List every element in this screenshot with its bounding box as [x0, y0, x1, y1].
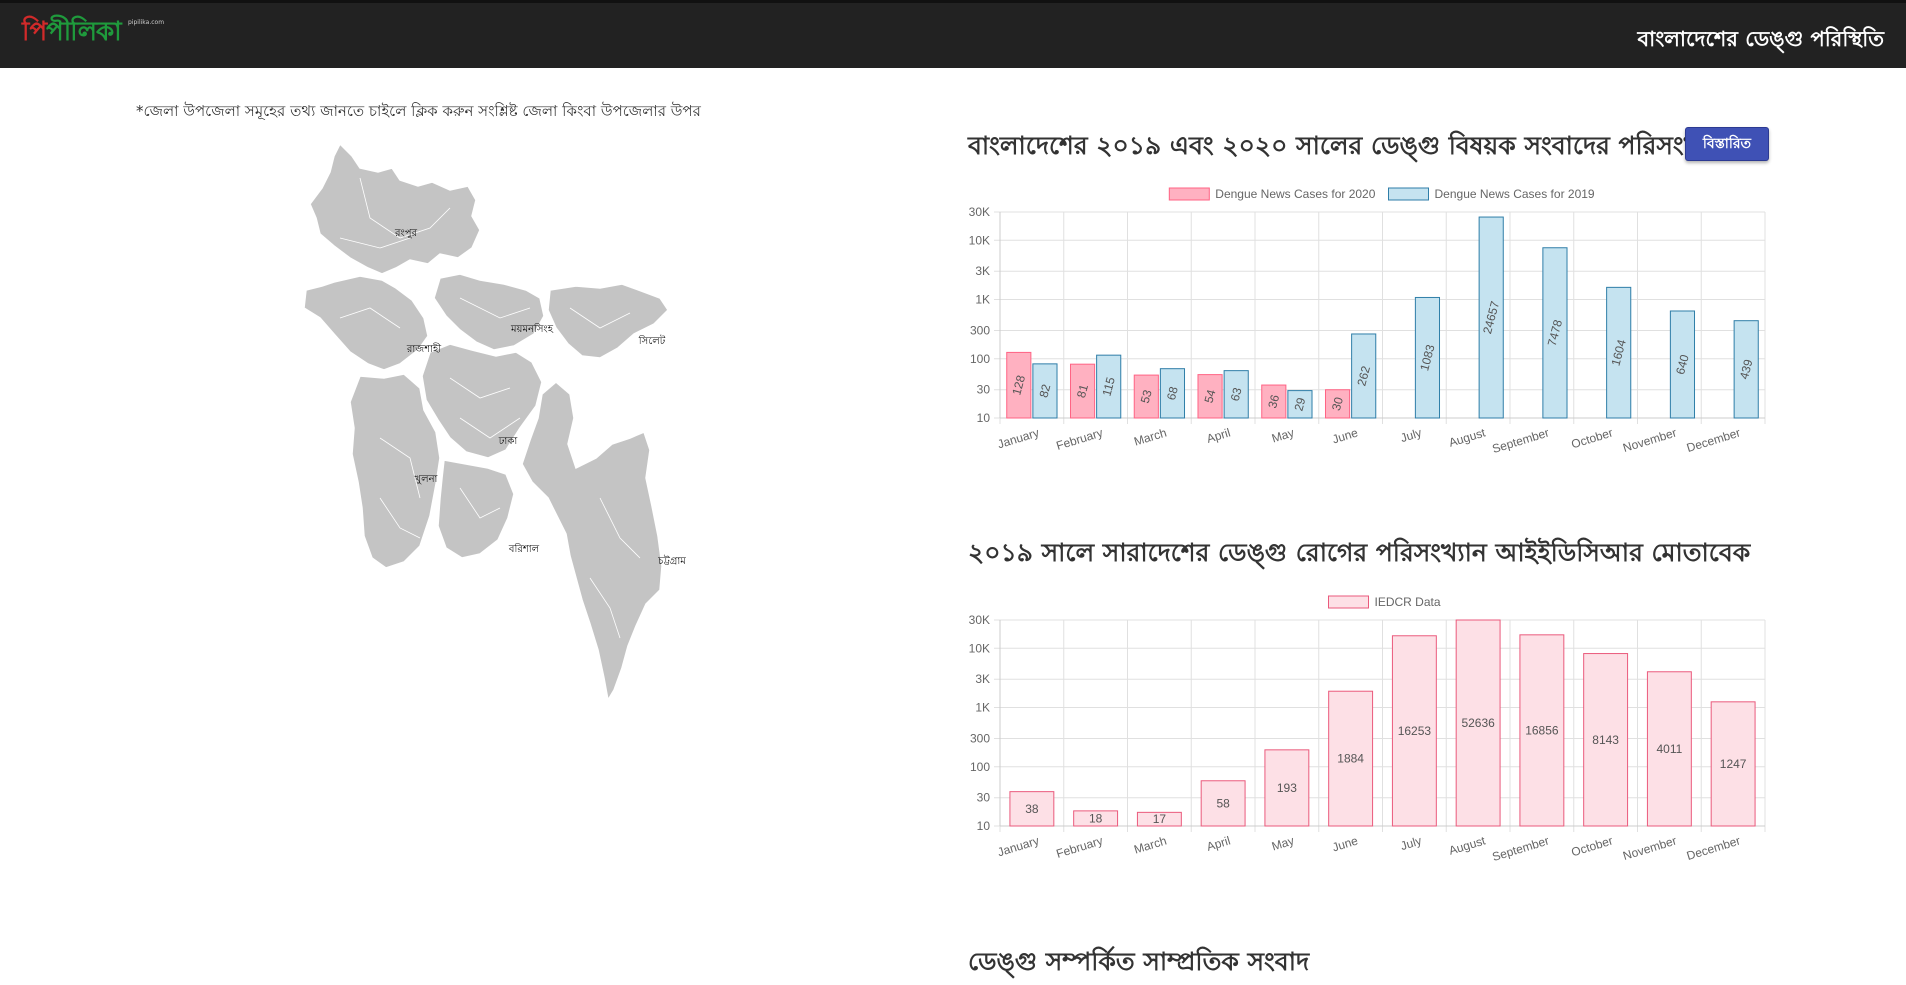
x-tick-label: June	[1331, 833, 1360, 854]
x-tick-label: September	[1491, 833, 1551, 863]
y-tick-label: 3K	[975, 264, 990, 278]
legend-label: Dengue News Cases for 2020	[1215, 187, 1375, 201]
iedcr-chart-title: ২০১৯ সালে সারাদেশের ডেঙ্গু রোগের পরিসংখ্…	[968, 538, 1751, 567]
y-tick-label: 3K	[975, 672, 990, 686]
x-tick-label: September	[1491, 425, 1551, 455]
label-rajshahi: রাজশাহী	[406, 342, 441, 355]
chart-legend[interactable]: Dengue News Cases for 2020 Dengue News Ca…	[1168, 187, 1595, 201]
x-tick-label: October	[1570, 425, 1615, 451]
label-barisal: বরিশাল	[508, 543, 540, 555]
data-label: 18	[1089, 811, 1103, 825]
label-dhaka: ঢাকা	[498, 436, 519, 447]
division-chattogram-shape[interactable]	[521, 381, 663, 703]
y-tick-label: 10K	[969, 233, 990, 247]
label-mymensingh: ময়মনসিংহ	[510, 323, 554, 335]
x-tick-label: August	[1447, 425, 1487, 450]
y-tick-label: 1K	[975, 701, 990, 715]
y-tick-label: 10K	[969, 641, 990, 655]
x-tick-label: December	[1685, 425, 1742, 455]
division-rajshahi-shape[interactable]	[303, 275, 429, 371]
y-tick-label: 100	[970, 352, 990, 366]
chart-legend[interactable]: IEDCR Data	[1328, 595, 1441, 609]
y-tick-label: 300	[970, 731, 990, 745]
y-tick-label: 10	[977, 411, 991, 425]
logo-wordmark: পিপীলিকা	[22, 11, 122, 55]
x-tick-label: March	[1132, 425, 1168, 448]
y-tick-label: 300	[970, 323, 990, 337]
logo-text-red: পি	[22, 17, 47, 47]
y-tick-label: 30	[977, 383, 991, 397]
x-tick-label: February	[1054, 425, 1104, 452]
logo-text-green: পীলিকা	[46, 17, 122, 47]
y-tick-label: 1K	[975, 293, 990, 307]
legend-label: IEDCR Data	[1375, 595, 1441, 609]
data-label: 52636	[1461, 716, 1495, 730]
division-dhaka-shape[interactable]	[421, 343, 543, 459]
map-note: *জেলা উপজেলা সমূহের তথ্য জানতে চাইলে ক্ল…	[136, 102, 701, 120]
label-chattogram: চট্টগ্রাম	[657, 555, 686, 567]
x-tick-label: December	[1685, 833, 1742, 863]
x-tick-label: January	[996, 833, 1041, 859]
details-button[interactable]: বিস্তারিত	[1685, 127, 1769, 161]
x-tick-label: May	[1270, 425, 1296, 445]
data-label: 193	[1277, 781, 1297, 795]
x-tick-label: July	[1399, 833, 1424, 853]
x-tick-label: April	[1205, 425, 1232, 445]
y-tick-label: 30K	[969, 205, 990, 219]
data-label: 16856	[1525, 723, 1559, 737]
y-tick-label: 100	[970, 760, 990, 774]
x-tick-label: May	[1270, 833, 1296, 853]
division-mymensingh-shape[interactable]	[433, 273, 545, 351]
x-tick-label: January	[996, 425, 1041, 451]
site-title: বাংলাদেশের ডেঙ্গু পরিস্থিতি	[1637, 27, 1884, 51]
news-chart-title: বাংলাদেশের ২০১৯ এবং ২০২০ সালের ডেঙ্গু বি…	[968, 131, 1730, 160]
logo-url: pipilika.com	[128, 19, 165, 26]
x-tick-label: November	[1621, 833, 1678, 863]
news-cases-chart: Dengue News Cases for 2020 Dengue News Ca…	[969, 187, 1766, 455]
x-tick-label: August	[1447, 833, 1487, 858]
label-khulna: খুলনা	[415, 474, 439, 485]
legend-swatch	[1388, 187, 1429, 201]
division-barisal-shape[interactable]	[437, 459, 515, 559]
x-tick-label: March	[1132, 833, 1168, 856]
label-rangpur: রংপুর	[394, 228, 418, 239]
site-logo[interactable]: পিপীলিকা pipilika.com	[22, 9, 164, 57]
x-tick-label: April	[1205, 833, 1232, 853]
legend-swatch	[1328, 595, 1369, 609]
data-label: 8143	[1592, 733, 1619, 747]
x-tick-label: July	[1399, 425, 1424, 445]
division-khulna-shape[interactable]	[349, 373, 441, 569]
legend-swatch	[1168, 187, 1210, 201]
y-tick-label: 10	[977, 819, 991, 833]
x-tick-label: June	[1331, 425, 1360, 446]
division-rangpur-shape[interactable]	[309, 142, 481, 275]
x-tick-label: October	[1570, 833, 1615, 859]
top-navbar: পিপীলিকা pipilika.com বাংলাদেশের ডেঙ্গু …	[0, 0, 1906, 68]
data-label: 38	[1025, 802, 1039, 816]
data-label: 58	[1216, 796, 1230, 810]
bangladesh-map[interactable]: রংপুর রাজশাহী ময়মনসিংহ সিলেট ঢাকা খুলনা…	[300, 138, 740, 738]
data-label: 17	[1153, 812, 1167, 826]
x-tick-label: February	[1054, 833, 1104, 860]
recent-news-title: ডেঙ্গু সম্পর্কিত সাম্প্রতিক সংবাদ	[968, 947, 1310, 976]
label-sylhet: সিলেট	[638, 334, 666, 347]
y-tick-label: 30K	[969, 613, 990, 627]
legend-label: Dengue News Cases for 2019	[1435, 187, 1595, 201]
data-label: 16253	[1398, 724, 1432, 738]
data-label: 4011	[1656, 742, 1682, 756]
iedcr-chart: IEDCR Data 10 30 100 300 1K 3K 10K 30K January Feb…	[969, 595, 1766, 863]
data-label: 1884	[1337, 752, 1364, 766]
y-tick-label: 30	[977, 791, 991, 805]
x-tick-label: November	[1621, 425, 1678, 455]
data-label: 1247	[1720, 757, 1747, 771]
